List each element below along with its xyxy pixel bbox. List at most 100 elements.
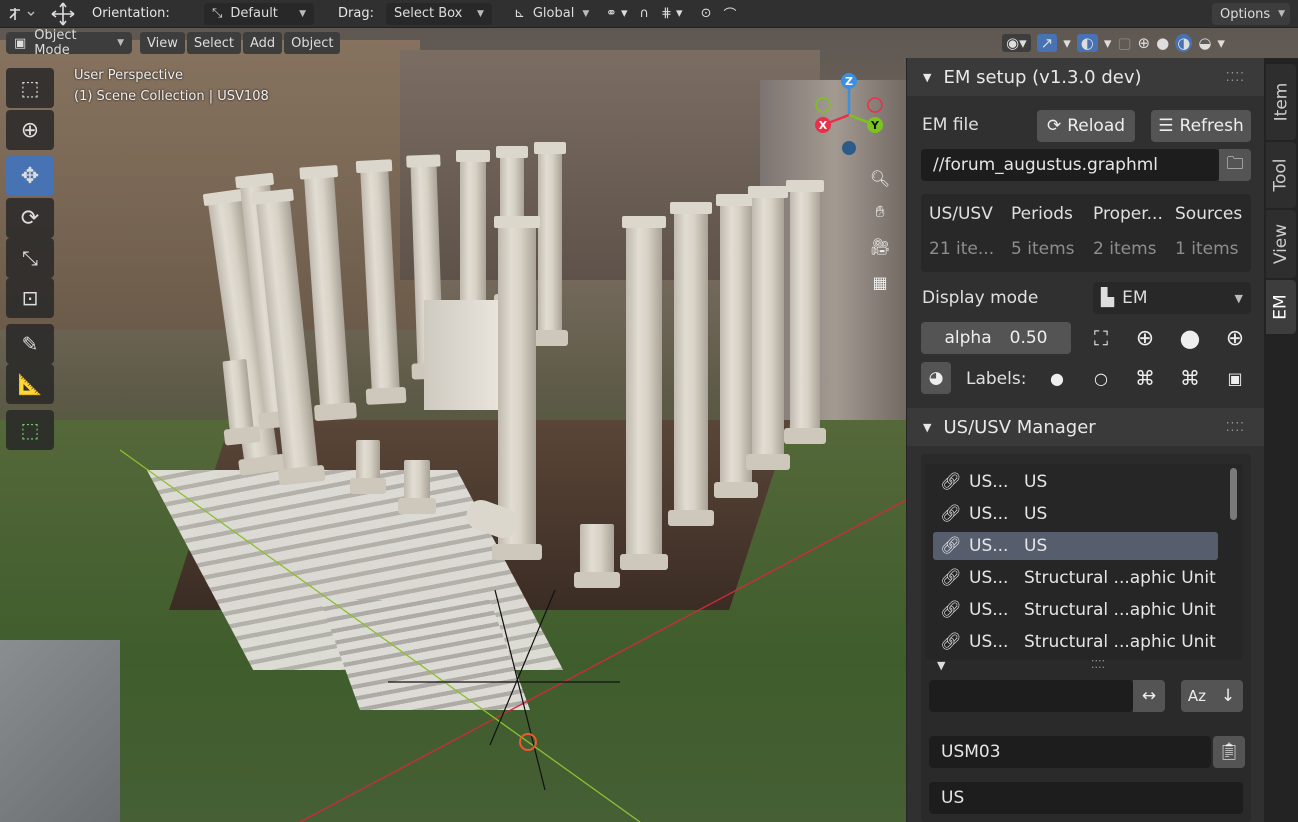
gizmo-toggle-icon[interactable]: ↗: [1036, 34, 1058, 52]
drag-grip-icon[interactable]: ⁚⁚⁚⁚: [1226, 70, 1245, 84]
crosshair-icon: ⊕: [20, 117, 40, 143]
sort-alpha-button[interactable]: Az: [1181, 680, 1213, 712]
refresh-label: Refresh: [1179, 116, 1244, 136]
zoom-button[interactable]: 🔍︎: [866, 164, 894, 192]
wire-display-button[interactable]: ⊕: [1129, 322, 1161, 354]
list-resize-grip-icon[interactable]: ⁚⁚⁚⁚: [1091, 658, 1105, 671]
list-item[interactable]: 🔗︎ US... US: [933, 468, 1218, 496]
visibility-eye-icon[interactable]: ◉▾: [1002, 34, 1031, 52]
view-menu[interactable]: View: [140, 32, 185, 54]
label-option-outline[interactable]: ○: [1085, 362, 1117, 394]
refresh-button[interactable]: ☰ Refresh: [1151, 110, 1251, 142]
navigation-gizmo[interactable]: Z X Y: [806, 70, 896, 160]
solid-shading-icon[interactable]: ●: [1156, 34, 1169, 52]
column: [746, 186, 790, 470]
drag-dropdown[interactable]: Select Box ▼: [385, 2, 492, 25]
move-cursor-icon: [44, 2, 86, 25]
display-mode-dropdown[interactable]: ▙ EM ▼: [1093, 282, 1251, 314]
list-item[interactable]: 🔗︎ US... US: [933, 500, 1218, 528]
tab-em-label: EM: [1270, 294, 1291, 320]
tab-em[interactable]: EM: [1266, 280, 1296, 334]
proportional-edit-toggle[interactable]: ⊙: [695, 3, 718, 25]
textured-display-button[interactable]: ⊕: [1219, 322, 1251, 354]
label-option-box[interactable]: ▣: [1219, 362, 1251, 394]
orientation-dropdown[interactable]: ⤡ Default ▼: [204, 2, 314, 25]
move-tool[interactable]: ✥: [6, 156, 54, 196]
drag-label: Drag:: [338, 6, 374, 21]
overlays-toggle-icon[interactable]: ◐: [1076, 34, 1098, 52]
measure-tool[interactable]: 📐: [6, 364, 54, 404]
pan-button[interactable]: ✋︎: [866, 198, 894, 226]
label-option-filled[interactable]: ●: [1041, 362, 1073, 394]
proportional-edit-icon: ⊙: [700, 6, 712, 21]
list-item-selected[interactable]: 🔗︎ US... US: [933, 532, 1218, 560]
perspective-toggle-button[interactable]: ▦: [866, 268, 894, 296]
pivot-point-button[interactable]: ⚭ ▾: [600, 3, 634, 25]
list-item[interactable]: 🔗︎ US... Structural ...aphic Unit: [933, 596, 1218, 624]
tab-view[interactable]: View: [1266, 210, 1296, 278]
xray-toggle-icon[interactable]: ▢: [1117, 34, 1131, 52]
scale-icon: ⤡: [22, 246, 38, 270]
scale-tool[interactable]: ⤡: [6, 238, 54, 278]
annotate-tool[interactable]: ✎: [6, 324, 54, 364]
tab-item[interactable]: Item: [1266, 64, 1296, 140]
rendered-shading-icon[interactable]: ◒: [1198, 34, 1211, 52]
add-cube-tool[interactable]: ⬚: [6, 410, 54, 450]
em-setup-header[interactable]: ▼ EM setup (v1.3.0 dev) ⁚⁚⁚⁚: [907, 58, 1265, 96]
select-menu[interactable]: Select: [186, 32, 241, 54]
wireframe-shading-icon[interactable]: ⊕: [1138, 34, 1151, 52]
list-item[interactable]: 🔗︎ US... Structural ...aphic Unit: [933, 564, 1218, 592]
tab-tool[interactable]: Tool: [1266, 142, 1296, 208]
link-icon: 🔗︎: [940, 504, 962, 524]
chevron-down-icon[interactable]: ▾: [1217, 34, 1225, 52]
em-file-path-field[interactable]: //forum_augustus.graphml: [921, 149, 1219, 181]
stat-title-periods: Periods: [1011, 204, 1073, 224]
list-filter-input[interactable]: [929, 680, 1133, 712]
us-type-field[interactable]: US: [929, 782, 1243, 814]
transform-orientation-dropdown[interactable]: ⊾ Global ▼: [506, 3, 594, 25]
label-option-bounds-alt[interactable]: ⌘: [1174, 362, 1206, 394]
reload-button[interactable]: ⟳ Reload: [1037, 110, 1135, 142]
orientation-label: Orientation:: [92, 6, 170, 21]
options-dropdown[interactable]: Options ▼: [1212, 3, 1290, 25]
list-scrollbar[interactable]: [1230, 468, 1237, 520]
falloff-curve-icon: ⌒: [723, 8, 737, 23]
bounds-icon: ⛶: [1094, 326, 1108, 350]
labels-toggle-button[interactable]: ◕: [921, 362, 951, 394]
us-manager-header[interactable]: ▼ US/USV Manager ⁚⁚⁚⁚: [907, 408, 1265, 446]
chevron-down-icon[interactable]: ▾: [1063, 34, 1071, 52]
grid-icon: ▦: [872, 272, 888, 292]
alpha-slider[interactable]: alpha 0.50: [921, 322, 1071, 354]
list-expand-arrow-icon[interactable]: ▼: [937, 659, 945, 672]
rotate-tool[interactable]: ⟳: [6, 198, 54, 238]
solid-display-button[interactable]: ●: [1174, 322, 1206, 354]
material-shading-icon[interactable]: ◑: [1175, 34, 1193, 52]
stat-title-us-usv: US/USV: [929, 204, 993, 224]
snap-target-dropdown[interactable]: ⋕ ▾: [655, 3, 689, 25]
sort-reverse-button[interactable]: ↓: [1213, 680, 1243, 712]
list-item[interactable]: 🔗︎ US... Structural ...aphic Unit: [933, 628, 1218, 656]
falloff-dropdown[interactable]: ⌒: [718, 3, 743, 25]
mode-dropdown[interactable]: ▣ Object Mode ▼: [6, 28, 132, 58]
chevron-down-icon[interactable]: ▾: [1104, 34, 1112, 52]
camera-view-button[interactable]: 🎥︎: [866, 232, 894, 260]
file-browse-button[interactable]: 🗀: [1219, 149, 1251, 181]
label-option-bounds[interactable]: ⌘: [1129, 362, 1161, 394]
solid-sphere-icon: ●: [1179, 324, 1201, 352]
cursor-tool[interactable]: ⊕: [6, 110, 54, 150]
bounds-display-button[interactable]: ⛶: [1085, 322, 1117, 354]
object-menu[interactable]: Object: [284, 32, 341, 54]
add-menu[interactable]: Add: [242, 32, 283, 54]
tool-settings-button[interactable]: [0, 3, 44, 25]
transform-tool[interactable]: ⊡: [6, 278, 54, 318]
snap-toggle[interactable]: ∩: [634, 3, 656, 25]
paste-button[interactable]: 📋︎: [1213, 736, 1245, 768]
us-type-value: US: [941, 788, 965, 808]
us-list[interactable]: 🔗︎ US... US 🔗︎ US... US 🔗︎ US... US 🔗︎ U…: [925, 464, 1243, 660]
drag-grip-icon[interactable]: ⁚⁚⁚⁚: [1226, 420, 1245, 434]
select-box-tool[interactable]: ⬚: [6, 68, 54, 108]
filter-exclude-button[interactable]: ↔: [1133, 680, 1165, 712]
us-name-field[interactable]: USM03: [929, 736, 1211, 768]
list-item-type: Structural ...aphic Unit: [1024, 600, 1216, 620]
collapse-arrow-icon: ▼: [923, 420, 932, 434]
